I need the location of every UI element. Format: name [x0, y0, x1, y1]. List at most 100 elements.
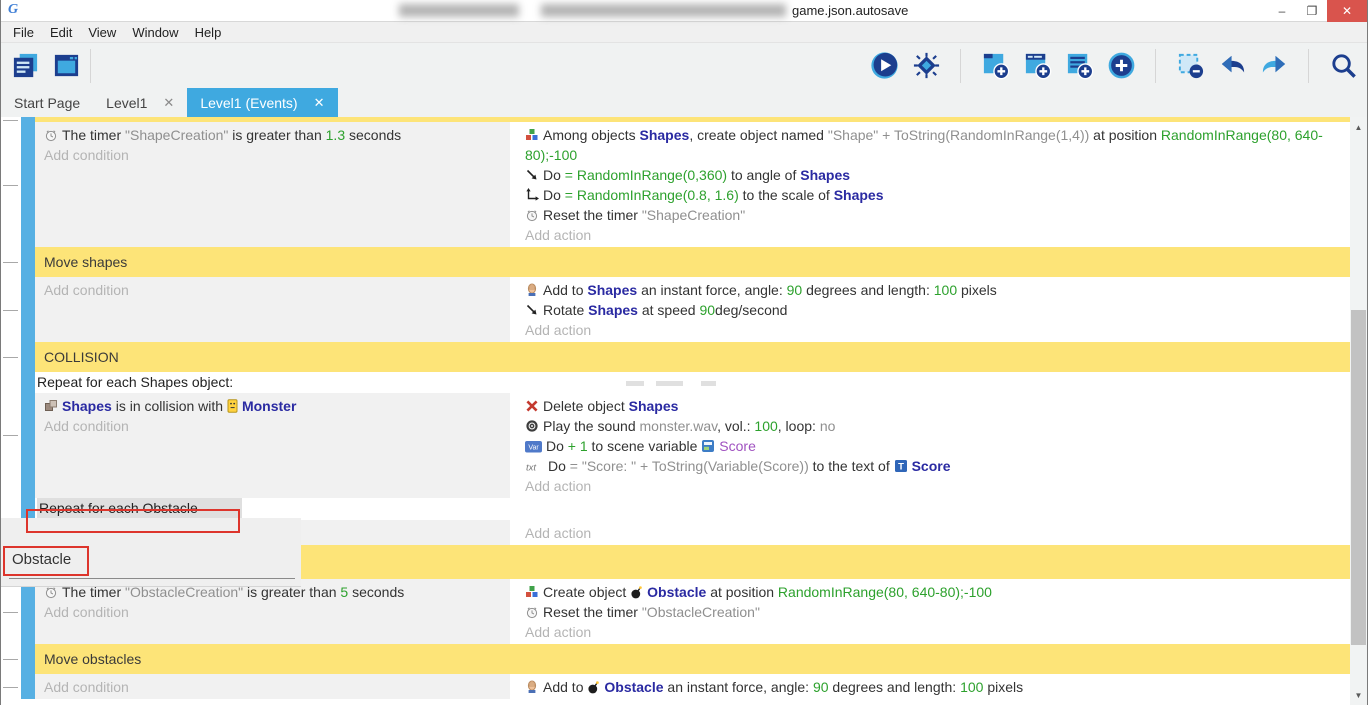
project-manager-button[interactable] [9, 50, 41, 82]
action-line[interactable]: Do = RandomInRange(0.8, 1.6) to the scal… [516, 185, 1352, 205]
window-title-filename: game.json.autosave [792, 3, 908, 18]
condition-line[interactable]: Shapes is in collision with Monster [35, 396, 510, 416]
add-action-button[interactable]: Add action [516, 622, 1352, 642]
text-segment: Do [543, 167, 565, 183]
action-line[interactable]: Do = RandomInRange(0,360) to angle of Sh… [516, 165, 1352, 185]
app-window: G game.json.autosave – ❐ ✕ FileEditViewW… [0, 0, 1368, 705]
add-action-button[interactable]: Add action [516, 225, 1352, 245]
add-condition-button[interactable]: Add condition [35, 602, 510, 622]
text-segment: "ShapeCreation" [125, 127, 228, 143]
tab-label: Level1 [106, 95, 147, 111]
text-segment: monster.wav [640, 418, 718, 434]
event-selection-bar[interactable] [21, 372, 35, 498]
debugger-bug-button[interactable] [910, 50, 942, 82]
create-object-icon [525, 585, 539, 599]
timer-icon [44, 585, 58, 599]
action-line[interactable]: Reset the timer "ShapeCreation" [516, 205, 1352, 225]
add-subevent-button[interactable] [1021, 50, 1053, 82]
close-tab-icon[interactable]: ✕ [163, 95, 174, 111]
event-selection-bar[interactable] [21, 674, 35, 699]
event-selection-bar[interactable] [21, 122, 35, 247]
condition-line[interactable]: The timer "ShapeCreation" is greater tha… [35, 125, 510, 145]
menu-item-help[interactable]: Help [187, 25, 230, 40]
text-segment: seconds [345, 127, 401, 143]
scroll-up-icon[interactable]: ▲ [1350, 119, 1367, 135]
tab-level1[interactable]: Level1 ✕ [93, 88, 187, 117]
toolbar-separator [1155, 49, 1156, 83]
vertical-scrollbar[interactable]: ▲ ▼ [1350, 117, 1367, 705]
text-segment: Do [543, 187, 565, 203]
add-event-circle-button[interactable] [1105, 50, 1137, 82]
add-event-button[interactable] [979, 50, 1011, 82]
object-name-input[interactable]: Obstacle [12, 551, 71, 568]
bomb-icon [630, 585, 643, 599]
event-selection-bar[interactable] [21, 277, 35, 342]
event-selection-bar[interactable] [21, 247, 35, 277]
add-condition-button[interactable]: Add condition [35, 280, 510, 300]
foreach-event-header[interactable]: Repeat for each Shapes object: [35, 372, 1352, 393]
tab-start-page[interactable]: Start Page [1, 88, 93, 117]
action-line[interactable]: txtDo = "Score: " + ToString(Variable(Sc… [516, 456, 1352, 476]
close-tab-icon[interactable]: ✕ [314, 95, 325, 111]
delete-selection-button[interactable] [1174, 50, 1206, 82]
add-action-button[interactable]: Add action [516, 523, 1352, 543]
add-action-button[interactable]: Add action [516, 320, 1352, 340]
foreach-event-header[interactable]: Repeat for each Obstacle object: [35, 498, 1352, 520]
comment-text[interactable]: Move shapes [35, 247, 1352, 277]
action-line[interactable]: Rotate Shapes at speed 90deg/second [516, 300, 1352, 320]
scrollbar-thumb[interactable] [1351, 310, 1366, 645]
action-line[interactable]: Create object Obstacle at position Rando… [516, 582, 1352, 602]
menu-item-edit[interactable]: Edit [42, 25, 80, 40]
drag-mark [701, 381, 716, 386]
text-segment: Create object [543, 584, 630, 600]
event-selection-bar[interactable] [21, 342, 35, 372]
actions-column: Delete object ShapesPlay the sound monst… [516, 393, 1352, 498]
text-segment: , create object named [689, 127, 828, 143]
redo-button[interactable] [1258, 50, 1290, 82]
scroll-down-icon[interactable]: ▼ [1350, 687, 1367, 703]
search-button[interactable] [1327, 50, 1359, 82]
comment-text[interactable]: COLLISION [35, 342, 1352, 372]
action-line[interactable]: Among objects Shapes, create object name… [516, 125, 1352, 165]
undo-button[interactable] [1216, 50, 1248, 82]
close-button[interactable]: ✕ [1327, 0, 1367, 22]
collision-icon [44, 399, 58, 413]
text-segment: Shapes [640, 127, 690, 143]
text-segment: RandomInRange(80, 640-80);-100 [778, 584, 992, 600]
scene-variable-icon [701, 439, 715, 453]
action-line[interactable]: VarDo + 1 to scene variable Score [516, 436, 1352, 456]
action-line[interactable]: Add to Obstacle an instant force, angle:… [516, 677, 1352, 697]
text-segment: Do [546, 438, 568, 454]
restore-button[interactable]: ❐ [1297, 0, 1327, 22]
menu-item-view[interactable]: View [80, 25, 124, 40]
action-line[interactable]: Play the sound monster.wav, vol.: 100, l… [516, 416, 1352, 436]
event-selection-bar[interactable] [21, 644, 35, 674]
text-segment: degrees and length: [829, 679, 961, 695]
force-icon [525, 283, 539, 297]
scene-editor-button[interactable] [50, 50, 82, 82]
event-body: Shapes is in collision with MonsterAdd c… [35, 393, 1352, 498]
action-line[interactable]: Add to Shapes an instant force, angle: 9… [516, 280, 1352, 300]
minimize-button[interactable]: – [1267, 0, 1297, 22]
add-action-button[interactable]: Add action [516, 476, 1352, 496]
action-line[interactable]: Delete object Shapes [516, 396, 1352, 416]
add-condition-button[interactable]: Add condition [35, 416, 510, 436]
comment-text[interactable]: Move obstacles [35, 644, 1352, 674]
add-comment-button[interactable] [1063, 50, 1095, 82]
text-segment: an instant force, angle: [664, 679, 813, 695]
action-line[interactable]: Reset the timer "ObstacleCreation" [516, 602, 1352, 622]
event-selection-bar[interactable] [21, 579, 35, 644]
text-segment: at position [1089, 127, 1161, 143]
preview-play-button[interactable] [868, 50, 900, 82]
conditions-column: The timer "ObstacleCreation" is greater … [35, 579, 510, 644]
tab-level1-events-[interactable]: Level1 (Events)✕ [187, 88, 337, 117]
add-condition-button[interactable]: Add condition [35, 145, 510, 165]
text-segment: Reset the timer [543, 207, 642, 223]
menu-item-file[interactable]: File [5, 25, 42, 40]
toolbar-left-group [9, 50, 82, 82]
menu-item-window[interactable]: Window [124, 25, 186, 40]
foreach-event-header-selected[interactable]: Repeat for each Obstacle object: [37, 498, 242, 519]
text-segment: Among objects [543, 127, 640, 143]
add-condition-button[interactable]: Add condition [35, 677, 510, 697]
event-body: The timer "ObstacleCreation" is greater … [35, 579, 1352, 644]
